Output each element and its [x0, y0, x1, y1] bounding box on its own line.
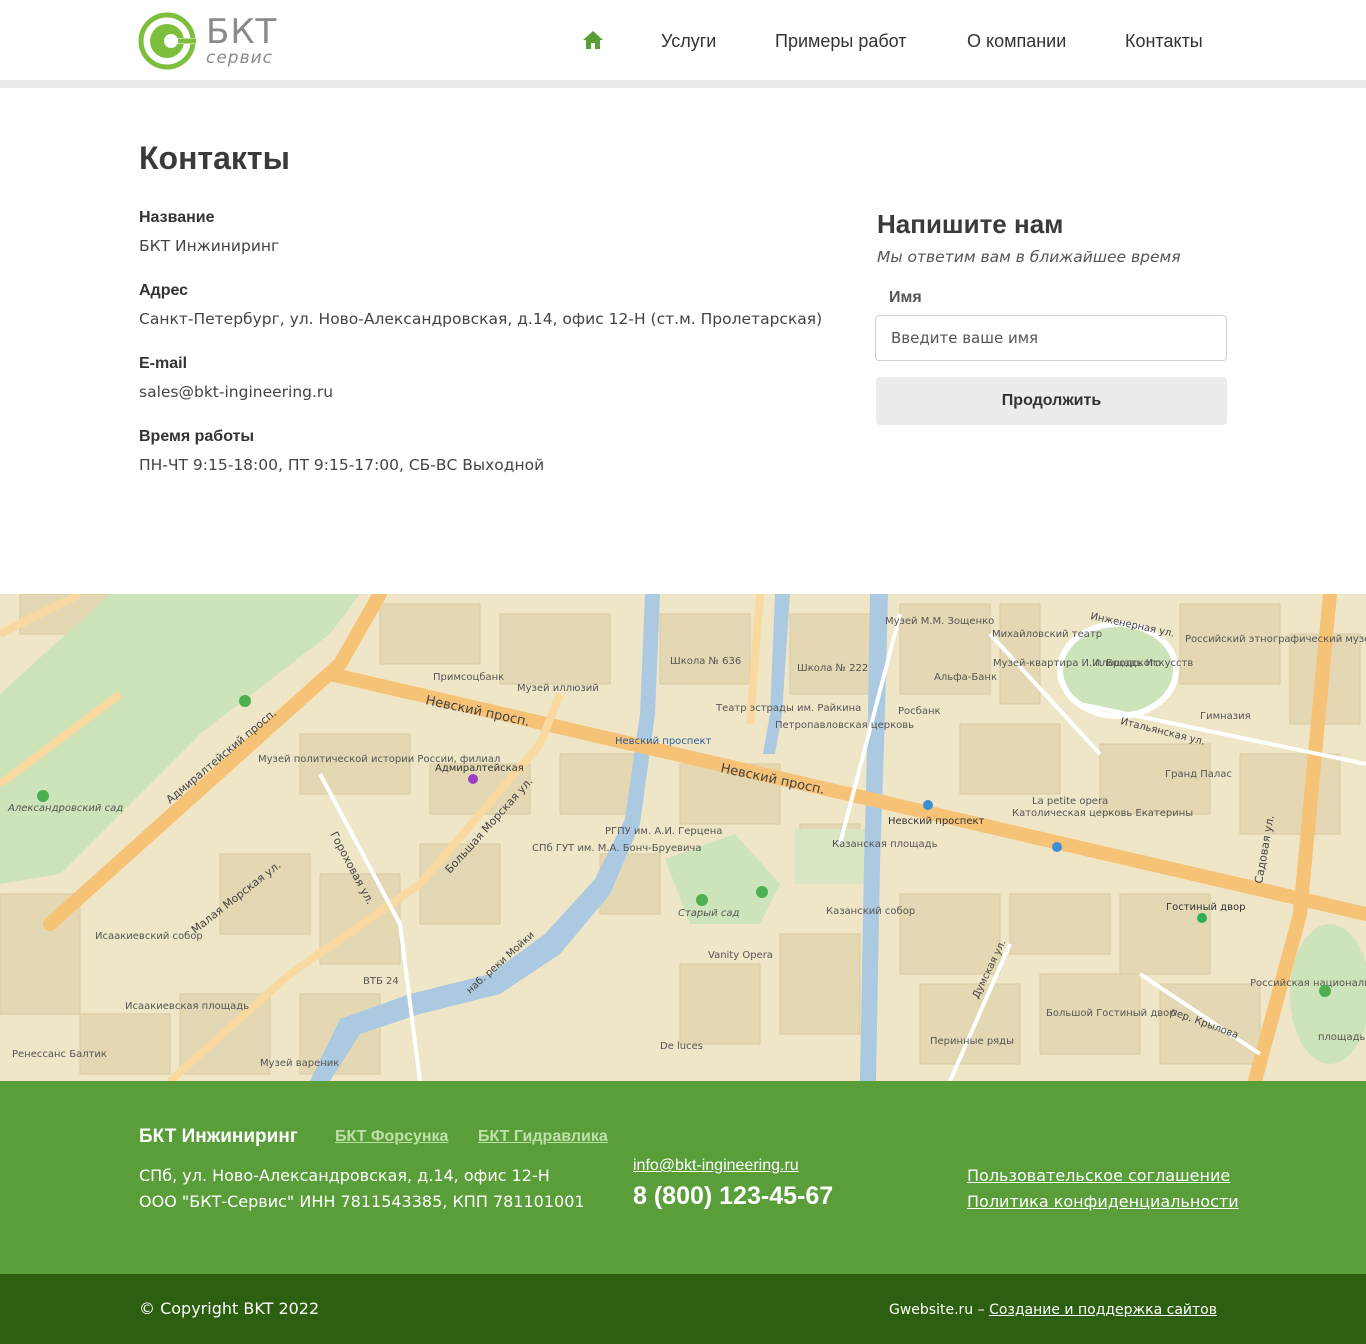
map-label-renaissance: Ренессанс Балтик — [12, 1049, 107, 1060]
site-header: БКТ сервис Услуги Примеры работ О компан… — [0, 0, 1366, 80]
email-value: sales@bkt-ingineering.ru — [139, 383, 334, 401]
footer-email-link[interactable]: info@bkt-ingineering.ru — [633, 1156, 799, 1176]
map-label-primsotsbank: Примсоцбанк — [433, 672, 504, 683]
hours-label: Время работы — [139, 428, 255, 445]
map-label-catholic-church: Католическая церковь Екатерины — [1012, 808, 1193, 819]
map-label-ethno-museum: Российский этнографический музей — [1185, 634, 1366, 645]
nav-item-services[interactable]: Услуги — [661, 30, 716, 52]
map-label-rosbank: Росбанк — [898, 706, 941, 717]
map-label-grand-palace: Гранд Палас — [1165, 769, 1232, 780]
map-label-isaac-cathedral: Исаакиевский собор — [95, 931, 203, 942]
location-map[interactable]: Невский просп. Невский просп. Адмиралтей… — [0, 594, 1366, 1081]
map-label-library: Российская национальная библиотека — [1250, 978, 1366, 989]
name-field-label: Имя — [889, 289, 922, 306]
copyright-text: © Copyright BKT 2022 — [139, 1299, 320, 1318]
map-label-vtb: ВТБ 24 — [363, 976, 399, 987]
map-label-museum-illusions: Музей иллюзий — [517, 683, 599, 694]
map-label-metro-gostiny: Гостиный двор — [1166, 902, 1245, 913]
bottom-bar: © Copyright BKT 2022 Gwebsite.ru – Созда… — [0, 1274, 1366, 1344]
map-label-herzen: РГПУ им. А.И. Герцена — [605, 826, 722, 837]
nav-item-about[interactable]: О компании — [967, 30, 1066, 52]
header-divider — [0, 80, 1366, 88]
map-label-gymnasium: Гимназия — [1200, 711, 1251, 722]
map-label-school-222: Школа № 222 — [797, 663, 868, 674]
map-label-bonch: СПб ГУТ им. М.А. Бонч-Бруевича — [532, 843, 701, 854]
map-label-petropavl: Петропавловская церковь — [775, 720, 914, 731]
footer-user-agreement-link[interactable]: Пользовательское соглашение — [967, 1165, 1230, 1187]
map-label-museum-political: Музей политической истории России, филиа… — [258, 754, 500, 765]
nav-item-works[interactable]: Примеры работ — [775, 30, 907, 52]
email-label: E-mail — [139, 355, 188, 372]
map-label-estrada: Театр эстрады им. Райкина — [715, 703, 861, 714]
map-label-alfa: Альфа-Банк — [934, 672, 997, 683]
map-label-school-636: Школа № 636 — [670, 656, 741, 667]
map-label-metro-nevsky-2: Невский проспект — [888, 816, 985, 827]
address-value: Санкт-Петербург, ул. Ново-Александровска… — [139, 310, 823, 328]
footer-phone[interactable]: 8 (800) 123-45-67 — [633, 1181, 833, 1211]
map-label-gostiny-dvor: Большой Гостиный двор — [1046, 1008, 1176, 1019]
footer-address: СПб, ул. Ново-Александровская, д.14, офи… — [139, 1166, 550, 1185]
footer-company: ООО "БКТ-Сервис" ИНН 7811543385, КПП 781… — [139, 1192, 585, 1211]
map-label-perinnye: Перинные ряды — [930, 1036, 1014, 1047]
map-label-metro-nevsky-1: Невский проспект — [615, 736, 712, 747]
map-label-alexandrovsky: Александровский сад — [7, 803, 123, 814]
map-label-kazan-square: Казанская площадь — [832, 839, 938, 850]
map-label-isaac-square: Исаакиевская площадь — [125, 1001, 249, 1012]
map-label-kazan-cathedral: Казанский собор — [826, 906, 915, 917]
map-label-de-luces: De luces — [660, 1041, 703, 1052]
company-name-value: БКТ Инжиниринг — [139, 237, 280, 255]
address-label: Адрес — [139, 282, 189, 299]
map-label-stary-sad: Старый сад — [678, 908, 739, 919]
nav-item-contacts[interactable]: Контакты — [1125, 30, 1203, 52]
site-footer: БКТ Инжиниринг БКТ Форсунка БКТ Гидравли… — [0, 1081, 1366, 1274]
credits: Gwebsite.ru – Создание и поддержка сайто… — [889, 1300, 1217, 1320]
map-label-varenik: Музей вареник — [260, 1058, 339, 1069]
form-title: Напишите нам — [877, 209, 1064, 239]
footer-privacy-link[interactable]: Политика конфиденциальности — [967, 1191, 1239, 1213]
form-subtitle: Мы ответим вам в ближайшее время — [877, 248, 1181, 266]
credits-prefix: Gwebsite.ru – — [888, 1302, 985, 1318]
page-title: Контакты — [139, 140, 290, 176]
company-name-label: Название — [139, 209, 215, 226]
footer-brand: БКТ Инжиниринг — [139, 1126, 298, 1147]
map-label-zoshenko: Музей М.М. Зощенко — [885, 616, 994, 627]
hours-value: ПН-ЧТ 9:15-18:00, ПТ 9:15-17:00, СБ-ВС В… — [139, 456, 545, 474]
map-label-museum-brodsky: Музей-квартира И.И. Бродского — [993, 658, 1161, 669]
submit-button[interactable]: Продолжить — [876, 377, 1227, 425]
map-label-vanity: Vanity Opera — [708, 950, 773, 961]
credits-link[interactable]: Создание и поддержка сайтов — [989, 1302, 1217, 1318]
footer-link-gidravlika[interactable]: БКТ Гидравлика — [478, 1127, 608, 1147]
name-input[interactable] — [875, 315, 1227, 361]
main-nav: Услуги Примеры работ О компании Контакты — [0, 30, 1366, 54]
map-label-la-petite: La petite opera — [1032, 796, 1108, 807]
home-icon[interactable] — [582, 30, 604, 50]
map-label-ostrovsky-square: площадь Островского — [1318, 1032, 1366, 1043]
map-label-mikhailovsky: Михайловский театр — [992, 629, 1102, 640]
footer-link-forsunka[interactable]: БКТ Форсунка — [335, 1127, 448, 1147]
